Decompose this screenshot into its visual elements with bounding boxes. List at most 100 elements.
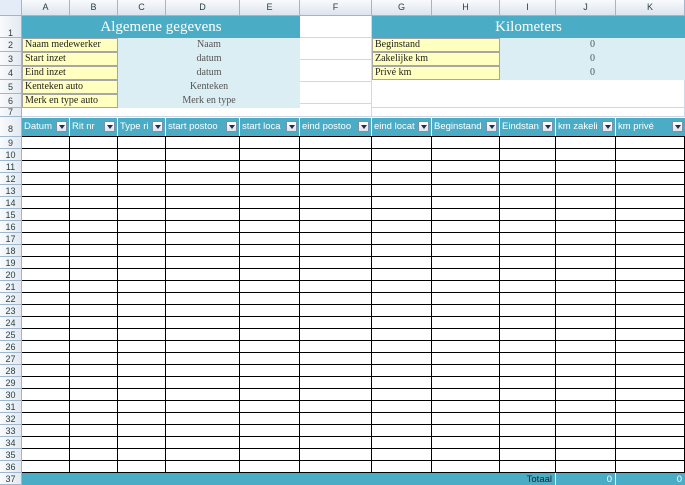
row-header-2[interactable]: 2 [0, 38, 22, 52]
table-header-start-postcode[interactable]: start postoo [166, 118, 240, 136]
table-header-label: Datum [24, 121, 52, 132]
row-header-16[interactable]: 16 [0, 221, 22, 233]
table-header-label: km zakeli [558, 121, 598, 132]
row-header-29[interactable]: 29 [0, 377, 22, 389]
filter-dropdown-icon[interactable] [152, 121, 163, 132]
row-header-26[interactable]: 26 [0, 341, 22, 353]
value-merk-type[interactable]: Merk en type [118, 94, 300, 108]
column-header-j[interactable]: J [556, 0, 616, 16]
filter-dropdown-icon[interactable] [226, 121, 237, 132]
filter-dropdown-icon[interactable] [286, 121, 297, 132]
table-header-km-zakelijk[interactable]: km zakeli [556, 118, 616, 136]
row-header-1[interactable]: 1 [0, 16, 22, 38]
table-header-label: start loca [242, 121, 281, 132]
row-header-11[interactable]: 11 [0, 161, 22, 173]
row-header-18[interactable]: 18 [0, 245, 22, 257]
row-header-20[interactable]: 20 [0, 269, 22, 281]
value-zakelijke-km[interactable]: 0 [500, 52, 601, 66]
row-header-24[interactable]: 24 [0, 317, 22, 329]
row-header-23[interactable]: 23 [0, 305, 22, 317]
row-header-17[interactable]: 17 [0, 233, 22, 245]
filter-dropdown-icon[interactable] [486, 121, 497, 132]
row-header-4[interactable]: 4 [0, 66, 22, 80]
value-kenteken[interactable]: Kenteken [118, 80, 300, 94]
trip-table-body[interactable] [22, 136, 685, 473]
table-header-label: Eindstan [502, 121, 539, 132]
row-header-10[interactable]: 10 [0, 149, 22, 161]
filter-dropdown-icon[interactable] [358, 121, 369, 132]
row-header-27[interactable]: 27 [0, 353, 22, 365]
row-header-15[interactable]: 15 [0, 209, 22, 221]
row-header-30[interactable]: 30 [0, 389, 22, 401]
general-info-title: Algemene gegevens [22, 16, 300, 38]
filter-dropdown-icon[interactable] [418, 121, 429, 132]
row-header-31[interactable]: 31 [0, 401, 22, 413]
table-header-label: km privé [618, 121, 654, 132]
spreadsheet-grid[interactable]: A B C D E F G H I J K 1 2 3 4 5 6 7 8 9 … [0, 0, 685, 485]
cell-f1-f7[interactable] [300, 16, 372, 117]
table-header-label: Rit nr [72, 121, 95, 132]
table-header-eindstand[interactable]: Eindstan [500, 118, 556, 136]
row-header-28[interactable]: 28 [0, 365, 22, 377]
column-header-b[interactable]: B [70, 0, 118, 16]
row-header-22[interactable]: 22 [0, 293, 22, 305]
filter-dropdown-icon[interactable] [542, 121, 553, 132]
table-header-start-locatie[interactable]: start loca [240, 118, 300, 136]
cell-g6-k7[interactable] [372, 80, 685, 108]
value-prive-km[interactable]: 0 [500, 66, 601, 80]
table-header-eind-postcode[interactable]: eind postoo [300, 118, 372, 136]
row-header-36[interactable]: 36 [0, 461, 22, 473]
column-header-h[interactable]: H [432, 0, 500, 16]
filter-dropdown-icon[interactable] [602, 121, 613, 132]
table-header-label: Type ri [120, 121, 149, 132]
table-header-datum[interactable]: Datum [22, 118, 70, 136]
row-header-32[interactable]: 32 [0, 413, 22, 425]
row-header-25[interactable]: 25 [0, 329, 22, 341]
row-header-37[interactable]: 37 [0, 473, 22, 485]
column-header-g[interactable]: G [372, 0, 432, 16]
row-header-9[interactable]: 9 [0, 137, 22, 149]
value-beginstand[interactable]: 0 [500, 38, 601, 52]
table-header-label: Beginstand [434, 121, 482, 132]
table-header-label: start postoo [168, 121, 218, 132]
total-km-zakelijk[interactable]: 0 [556, 473, 616, 485]
column-header-a[interactable]: A [22, 0, 70, 16]
filter-dropdown-icon[interactable] [672, 121, 683, 132]
row-header-3[interactable]: 3 [0, 52, 22, 66]
table-header-beginstand[interactable]: Beginstand [432, 118, 500, 136]
label-eind-inzet: Eind inzet [22, 66, 118, 80]
column-header-d[interactable]: D [166, 0, 240, 16]
row-header-14[interactable]: 14 [0, 197, 22, 209]
table-header-eind-locatie[interactable]: eind locat [372, 118, 432, 136]
column-header-f[interactable]: F [300, 0, 372, 16]
filter-dropdown-icon[interactable] [56, 121, 67, 132]
row-header-21[interactable]: 21 [0, 281, 22, 293]
table-header-rit-nr[interactable]: Rit nr [70, 118, 118, 136]
column-header-i[interactable]: I [500, 0, 556, 16]
row-header-35[interactable]: 35 [0, 449, 22, 461]
row-header-12[interactable]: 12 [0, 173, 22, 185]
label-kenteken-auto: Kenteken auto [22, 80, 118, 94]
filter-dropdown-icon[interactable] [104, 121, 115, 132]
row-header-6[interactable]: 6 [0, 94, 22, 108]
column-header-k[interactable]: K [616, 0, 685, 16]
total-km-prive[interactable]: 0 [616, 473, 685, 485]
row-header-5[interactable]: 5 [0, 80, 22, 94]
value-start-datum[interactable]: datum [118, 52, 300, 66]
row-header-34[interactable]: 34 [0, 437, 22, 449]
row-header-19[interactable]: 19 [0, 257, 22, 269]
value-naam[interactable]: Naam [118, 38, 300, 52]
value-eind-datum[interactable]: datum [118, 66, 300, 80]
column-header-c[interactable]: C [118, 0, 166, 16]
table-header-km-prive[interactable]: km privé [616, 118, 685, 136]
select-all-corner[interactable] [0, 0, 22, 16]
table-header-type-rit[interactable]: Type ri [118, 118, 166, 136]
label-merk-type-auto: Merk en type auto [22, 94, 118, 108]
row-header-13[interactable]: 13 [0, 185, 22, 197]
column-header-e[interactable]: E [240, 0, 300, 16]
row-header-7[interactable]: 7 [0, 108, 22, 117]
cell-f8-f7-rows[interactable] [22, 108, 685, 117]
row-header-33[interactable]: 33 [0, 425, 22, 437]
label-naam-medewerker: Naam medewerker [22, 38, 118, 52]
row-header-8[interactable]: 8 [0, 117, 22, 137]
